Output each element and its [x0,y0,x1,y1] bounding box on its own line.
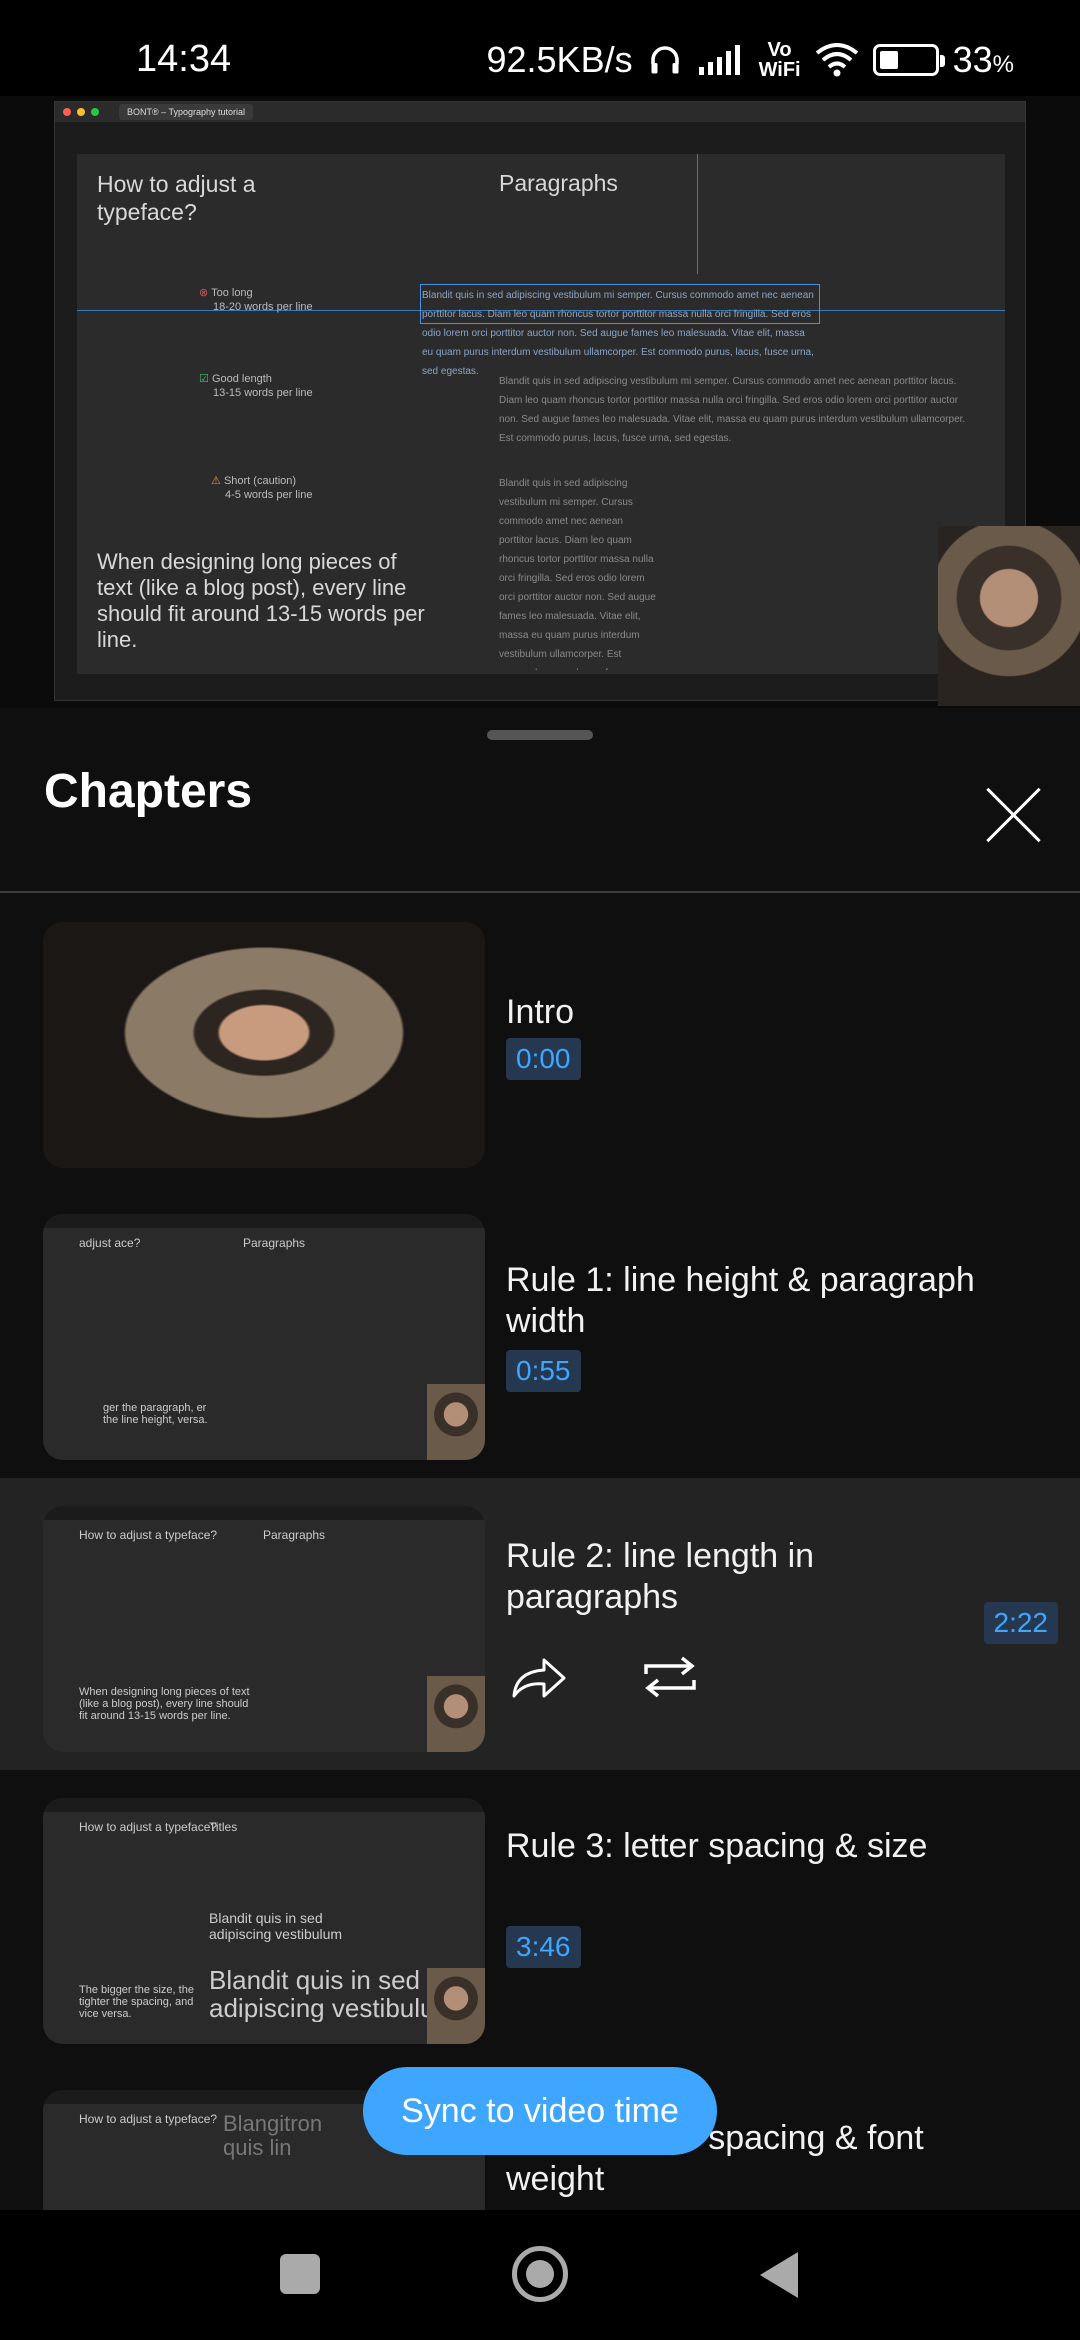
thumb-body: When designing long pieces of text (like… [79,1686,250,1722]
chapters-panel: Chapters Intro 0:00 adjust ace? Paragrap… [0,708,1080,2210]
thumb-presenter [427,1384,485,1460]
chapter-item[interactable]: Intro 0:00 [0,894,1080,1186]
guide-line [697,154,698,274]
thumb-section: Titles [209,1820,238,1834]
navigation-bar [0,2210,1080,2340]
thumb-sample-large: Blandit quis in sed adipiscing vestibulu [209,1966,435,2022]
chapter-thumbnail [43,922,485,1168]
battery-icon [872,44,945,76]
status-bar: 14:34 92.5KB/s Vo WiFi 33% [0,0,1080,96]
video-frame: BONT® – Typography tutorial How to adjus… [54,101,1026,701]
chapter-item-active[interactable]: How to adjust a typeface? Paragraphs Whe… [0,1478,1080,1770]
canvas-body-text: When designing long pieces of text (like… [97,549,425,652]
canvas-heading: How to adjust a typeface? [97,171,256,225]
chapter-timestamp[interactable]: 2:22 [983,1602,1058,1644]
thumb-toolbar [43,1214,485,1228]
divider [0,891,1080,893]
thumb-heading: How to adjust a typeface? [79,1820,218,1834]
chapter-timestamp[interactable]: 3:46 [506,1926,581,1968]
chapter-title: Intro [506,993,575,1031]
video-player[interactable]: BONT® – Typography tutorial How to adjus… [0,96,1080,804]
home-button[interactable] [512,2246,568,2302]
chapter-timestamp[interactable]: 0:55 [506,1350,581,1392]
sample-paragraph-good: Blandit quis in sed adipiscing vestibulu… [499,376,966,444]
thumb-heading: adjust ace? [79,1236,141,1250]
warning-icon: ⚠ [211,475,221,487]
thumb-body: The bigger the size, the tighter the spa… [79,1984,194,2020]
thumb-heading: How to adjust a typeface? [79,2112,218,2126]
vowifi-icon: Vo WiFi [758,39,801,81]
browser-tab: BONT® – Typography tutorial [119,104,254,120]
thumb-section: Paragraphs [243,1236,306,1250]
chapter-item[interactable]: adjust ace? Paragraphs ger the paragraph… [0,1186,1080,1478]
sync-to-video-time-button[interactable]: Sync to video time [363,2067,717,2155]
browser-toolbar: BONT® – Typography tutorial [55,102,1025,122]
recents-button[interactable] [280,2254,320,2294]
network-speed: 92.5KB/s [486,39,633,80]
chapter-item[interactable]: How to adjust a typeface? Titles Blandit… [0,1770,1080,2062]
thumb-heading: How to adjust a typeface? [79,1528,218,1542]
battery-percent: 33% [952,39,1014,80]
close-button[interactable] [985,786,1043,844]
label-short: ⚠ Short (caution) 4-5 words per line [211,475,313,501]
thumb-body: ger the paragraph, er the line height, v… [103,1402,208,1426]
headphones-icon [650,46,679,74]
check-icon: ☑ [199,373,209,385]
chapter-thumbnail: How to adjust a typeface? Paragraphs Whe… [43,1506,485,1752]
selection-box [420,284,820,324]
thumb-presenter [427,1676,485,1752]
chapter-title: Rule 3: letter spacing & size [506,1827,928,1865]
design-canvas: How to adjust a typeface? Paragraphs ⊗ T… [77,154,1005,674]
label-too-long: ⊗ Too long 18-20 words per line [199,287,313,313]
repeat-icon[interactable] [640,1652,700,1702]
panel-title: Chapters [44,765,253,818]
chapter-title: Rule 1: line height & paragraph width [506,1261,975,1340]
label-good-length: ☑ Good length 13-15 words per line [199,373,313,399]
minimize-dot-icon [77,108,85,116]
thumb-toolbar [43,1506,485,1520]
chapter-thumbnail: How to adjust a typeface? Titles Blandit… [43,1798,485,2044]
canvas-section-title: Paragraphs [499,170,618,196]
status-icons: 92.5KB/s Vo WiFi 33% [486,38,1014,82]
maximize-dot-icon [91,108,99,116]
close-dot-icon [63,108,71,116]
thumb-section: Paragraphs [263,1528,326,1542]
signal-icon [698,45,740,75]
chapter-timestamp[interactable]: 0:00 [506,1038,581,1080]
sample-paragraph-short: Blandit quis in sed adipiscing vestibulu… [499,478,656,670]
share-icon[interactable] [508,1652,568,1702]
drag-handle[interactable] [487,730,593,740]
chapter-title: Rule 2: line length in paragraphs [506,1537,815,1616]
thumb-presenter [427,1968,485,2044]
presenter-pip [938,526,1080,706]
chapter-thumbnail: adjust ace? Paragraphs ger the paragraph… [43,1214,485,1460]
wifi-icon [815,43,858,77]
status-time: 14:34 [136,38,232,80]
back-button[interactable] [760,2252,798,2298]
thumb-sample: Blandit quis in sed adipiscing vestibulu… [209,1910,343,1942]
thumb-toolbar [43,1798,485,1812]
error-icon: ⊗ [199,287,209,299]
thumb-sample: Blangitron quis lin [223,2111,323,2160]
